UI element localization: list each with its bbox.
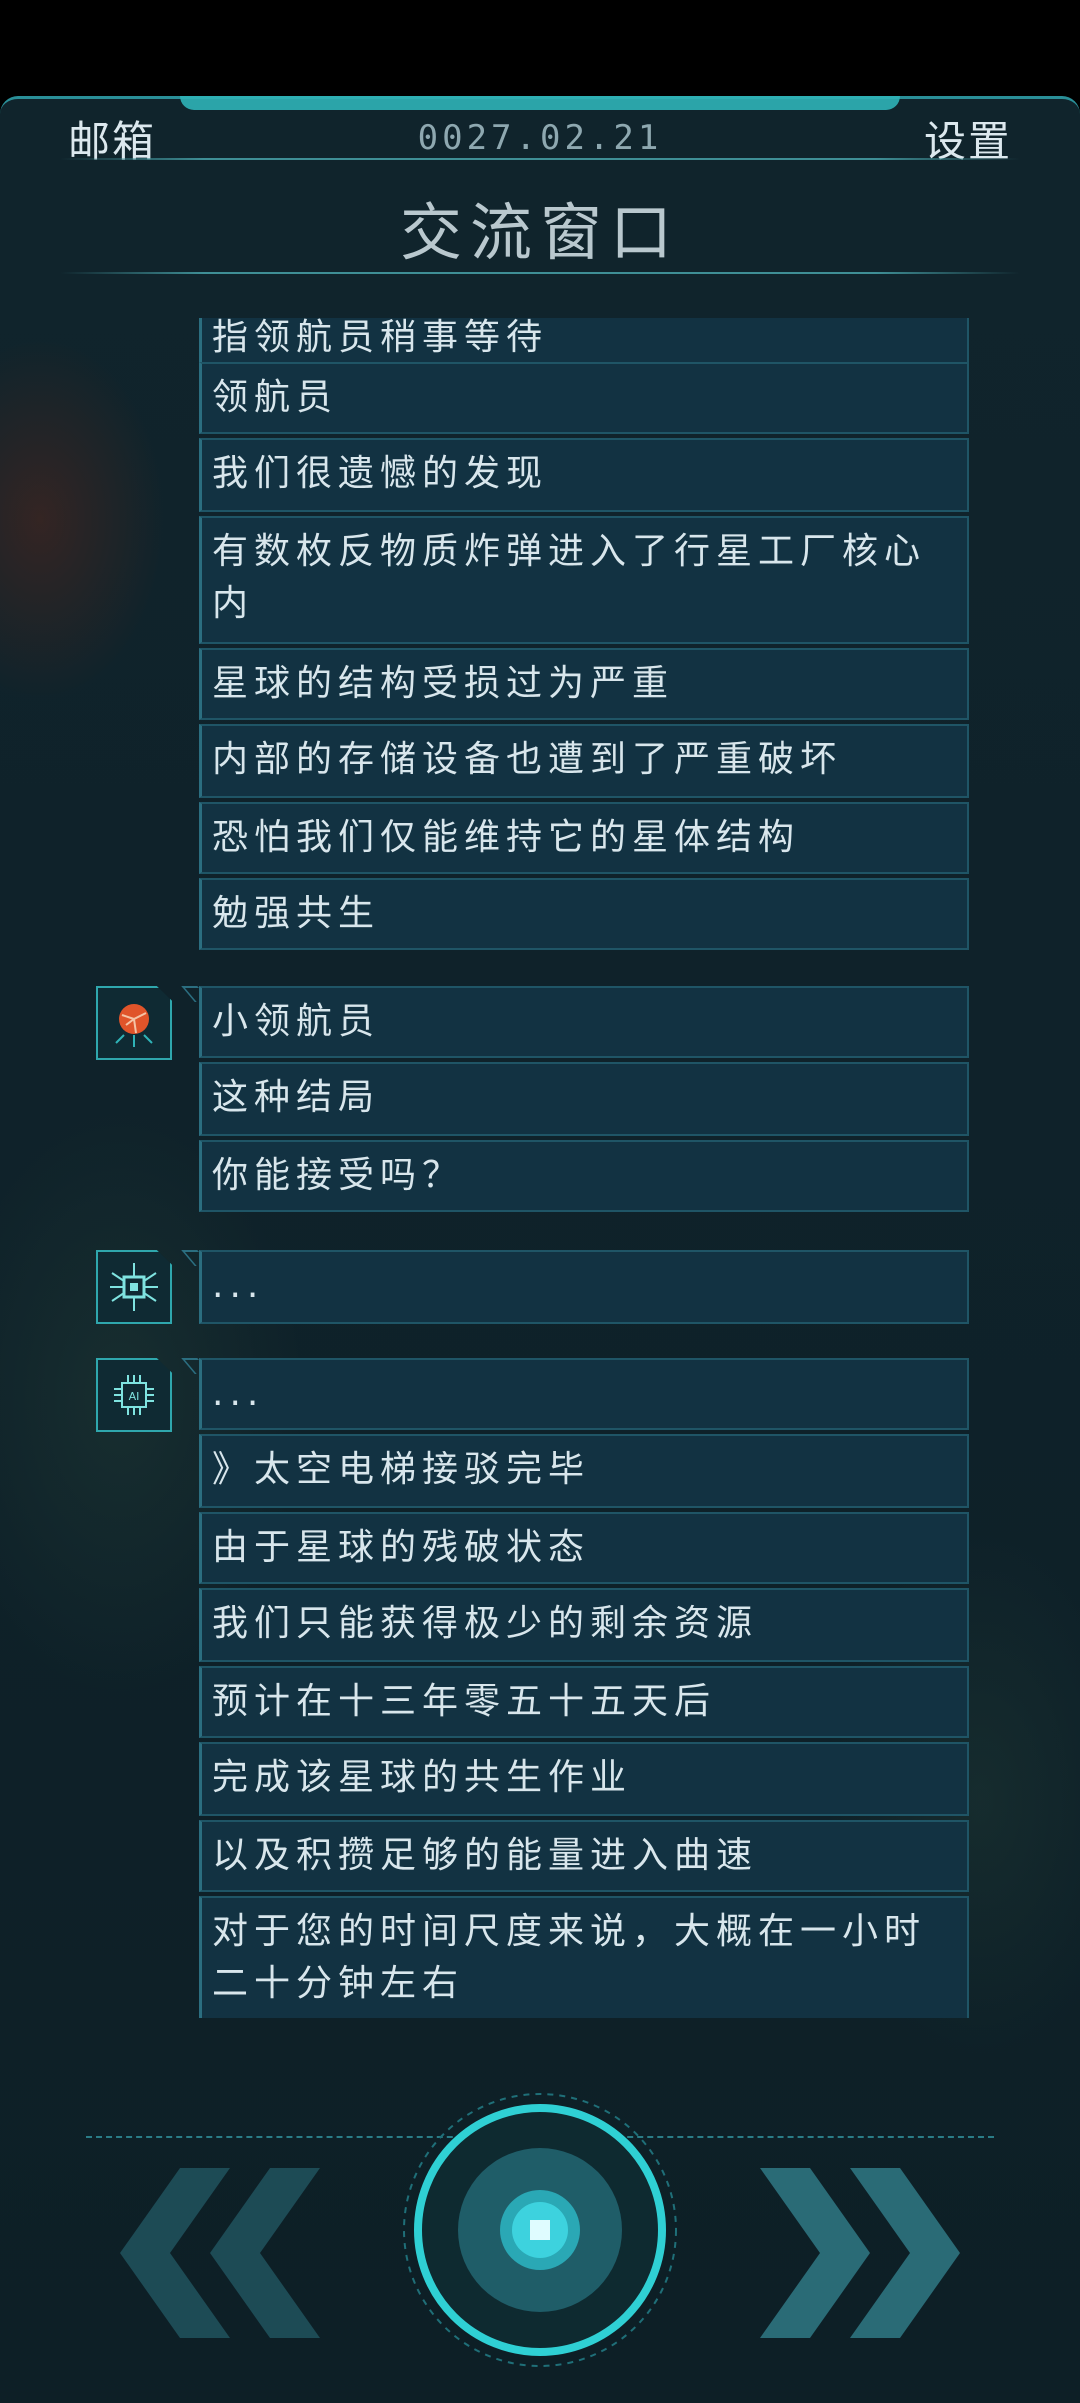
- svg-text:AI: AI: [129, 1390, 140, 1403]
- chat-message: 恐怕我们仅能维持它的星体结构: [199, 802, 969, 874]
- planet-core-avatar[interactable]: [96, 986, 172, 1060]
- chat-message: 对于您的时间尺度来说，大概在一小时二十分钟左右: [199, 1896, 969, 2018]
- chat-message: 领航员: [199, 362, 969, 434]
- chat-message: 我们很遗憾的发现: [199, 438, 969, 512]
- rewind-chevron-icon[interactable]: [100, 2168, 340, 2338]
- chat-message: 你能接受吗？: [199, 1140, 969, 1212]
- chat-log[interactable]: 指领航员稍事等待 领航员 我们很遗憾的发现 有数枚反物质炸弹进入了行星工厂核心内…: [0, 318, 1080, 2018]
- ai-chip-avatar[interactable]: AI: [96, 1358, 172, 1432]
- planet-core-icon: [115, 1004, 153, 1047]
- chat-message: 这种结局: [199, 1062, 969, 1136]
- chat-message: 由于星球的残破状态: [199, 1512, 969, 1584]
- chat-message: 勉强共生: [199, 878, 969, 950]
- status-bar: [0, 0, 1080, 96]
- chat-message: 完成该星球的共生作业: [199, 1742, 969, 1816]
- chat-message: ...: [199, 1358, 969, 1430]
- chat-message: 》太空电梯接驳完毕: [199, 1434, 969, 1508]
- header-divider: [60, 158, 1020, 160]
- chat-message: ...: [199, 1250, 969, 1324]
- circuit-bug-avatar[interactable]: [96, 1250, 172, 1324]
- circuit-bug-icon: [110, 1263, 158, 1311]
- chat-message: 以及积攒足够的能量进入曲速: [199, 1820, 969, 1892]
- chat-message: 有数枚反物质炸弹进入了行星工厂核心内: [199, 516, 969, 644]
- play-center-button[interactable]: [400, 2090, 680, 2370]
- fast-forward-chevron-icon[interactable]: [740, 2168, 980, 2338]
- ai-chip-icon: AI: [114, 1375, 154, 1415]
- chat-message: 小领航员: [199, 986, 969, 1058]
- title-divider: [60, 272, 1020, 274]
- chat-message: 内部的存储设备也遭到了严重破坏: [199, 724, 969, 798]
- chat-message: 我们只能获得极少的剩余资源: [199, 1588, 969, 1662]
- top-accent-bar: [180, 96, 900, 110]
- chat-message: 预计在十三年零五十五天后: [199, 1666, 969, 1738]
- date-display: 0027.02.21: [417, 118, 663, 158]
- chat-message: 星球的结构受损过为严重: [199, 648, 969, 720]
- page-title: 交流窗口: [399, 196, 680, 269]
